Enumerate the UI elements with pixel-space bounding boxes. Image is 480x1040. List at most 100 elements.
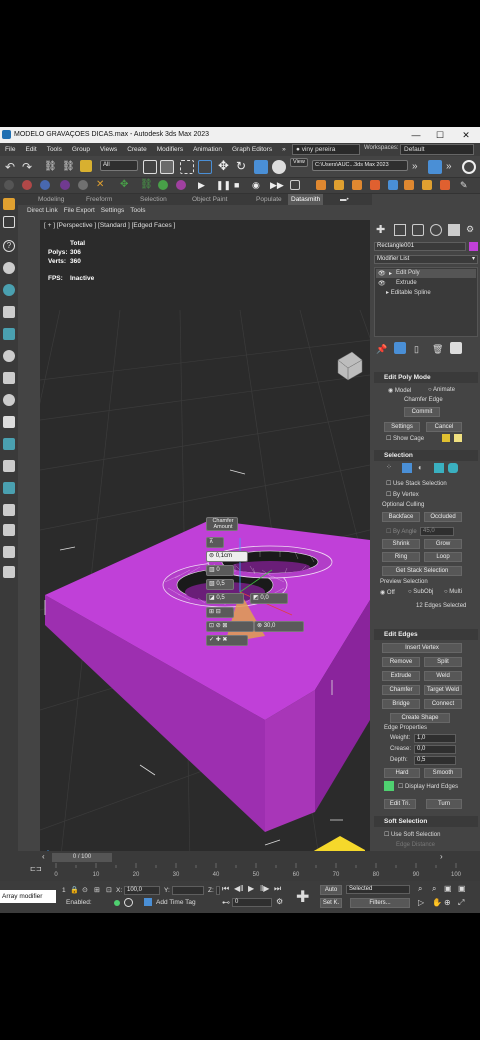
commit-button[interactable]: Commit — [404, 407, 440, 417]
camera-icon[interactable] — [3, 306, 15, 318]
zoom-extents-all-icon[interactable]: ▣ — [458, 884, 466, 893]
eye-icon[interactable]: 👁 — [378, 280, 386, 287]
menu-views[interactable]: Views — [95, 143, 122, 156]
hard-edge-color-swatch[interactable] — [384, 781, 394, 791]
tools-extra-icon[interactable] — [3, 504, 15, 516]
utilities-icon[interactable] — [3, 482, 15, 494]
target-weld-button[interactable]: Target Weld — [424, 685, 462, 695]
rotate-icon[interactable]: ↻ — [236, 159, 250, 173]
perspective-viewport[interactable]: [ + ] [Perspective ] [Standard ] [Edged … — [40, 220, 370, 865]
link-icon[interactable]: ⛓ — [44, 160, 58, 174]
x-coordinate-field[interactable]: 100,0 — [124, 886, 160, 895]
prev-key-icon[interactable]: ◀‖ — [234, 884, 243, 893]
sphere-gray-icon[interactable] — [78, 180, 88, 190]
polygon-level-icon[interactable] — [434, 463, 444, 473]
wrench-icon[interactable]: ✎ — [460, 179, 474, 193]
split-button[interactable]: Split — [424, 657, 462, 667]
zoom-extents-icon[interactable]: ▣ — [444, 884, 452, 893]
segments-field[interactable]: ▥ 0 — [206, 565, 234, 576]
render-setup-icon[interactable] — [428, 160, 442, 174]
selection-header[interactable]: Selection — [374, 450, 478, 461]
expand-icon[interactable]: ▸ — [389, 270, 392, 277]
time-slider[interactable]: 0 / 100 — [52, 853, 112, 862]
threshold-field[interactable]: ⊗ 30,0 — [254, 621, 304, 632]
auto-key-button[interactable]: Auto — [320, 885, 342, 895]
show-cage-checkbox[interactable]: ☐ Show Cage — [386, 435, 424, 442]
help-icon[interactable]: ? — [3, 240, 15, 252]
menu-group[interactable]: Group — [67, 143, 95, 156]
menu-modifiers[interactable]: Modifiers — [152, 143, 188, 156]
key-filter-dropdown[interactable]: Selected — [346, 885, 410, 894]
chamfer-button[interactable]: Chamfer — [382, 685, 420, 695]
extrude-button[interactable]: Extrude — [382, 671, 420, 681]
light-icon[interactable] — [3, 284, 15, 296]
modify-tab-icon[interactable] — [394, 224, 406, 236]
display-icon[interactable] — [3, 460, 15, 472]
menu-create[interactable]: Create — [122, 143, 152, 156]
close-button[interactable]: ✕ — [454, 127, 478, 143]
use-soft-selection-checkbox[interactable]: ☐ Use Soft Selection — [384, 831, 440, 838]
model-radio[interactable]: ◉ Model — [388, 387, 411, 394]
settings-button-panel[interactable]: Settings — [384, 422, 420, 432]
by-angle-checkbox[interactable]: ☐ By Angle — [386, 528, 417, 535]
stack-item-editable-spline[interactable]: ▸ Editable Spline — [376, 289, 476, 298]
key-mode-icon[interactable]: ⊷ — [222, 898, 230, 907]
z-coordinate-field[interactable] — [216, 886, 220, 895]
tab-selection[interactable]: Selection — [140, 194, 167, 205]
place-icon[interactable] — [272, 160, 286, 174]
create-tab-icon[interactable]: ✚ — [376, 224, 388, 236]
menu-tools[interactable]: Tools — [42, 143, 67, 156]
menu-graph-editors[interactable]: Graph Editors — [227, 143, 277, 156]
transform-type-icon[interactable]: ⊡ — [106, 886, 112, 894]
pin-stack-icon[interactable]: 📌 — [376, 344, 387, 355]
show-end-result-icon[interactable] — [394, 342, 406, 354]
render-icon-2[interactable] — [334, 180, 344, 190]
ribbon-toggle-icon[interactable]: ▬• — [340, 194, 349, 205]
by-angle-value[interactable]: 45,0 — [420, 527, 454, 536]
depth-field[interactable]: ◪ 0,5 — [206, 593, 244, 604]
prev-frame-icon[interactable]: ‹ — [42, 852, 45, 861]
add-time-tag[interactable]: Add Time Tag — [156, 899, 196, 906]
render-icon-6[interactable] — [404, 180, 414, 190]
helpers-icon[interactable] — [3, 328, 15, 340]
crease-spinner[interactable]: 0,0 — [414, 745, 456, 754]
current-frame-field[interactable]: 0 — [232, 898, 272, 907]
end-bias-field[interactable]: ◩ 0,0 — [250, 593, 288, 604]
user-account[interactable]: ● viny pereira — [292, 144, 360, 155]
edit-poly-mode-header[interactable]: Edit Poly Mode — [374, 372, 478, 383]
y-coordinate-field[interactable] — [172, 886, 204, 895]
goto-end-icon[interactable]: ⏭ — [274, 884, 281, 894]
zoom-all-icon[interactable]: ⌕ — [432, 884, 436, 894]
cage-color-swatch-1[interactable] — [442, 434, 450, 442]
window-crossing-icon[interactable] — [198, 160, 212, 174]
eye-icon[interactable]: 👁 — [378, 270, 386, 277]
cancel-icon[interactable]: ✖ — [222, 637, 227, 643]
weight-spinner[interactable]: 1,0 — [414, 734, 456, 743]
ring-button[interactable]: Ring — [382, 552, 420, 562]
scene-explorer-icon[interactable] — [3, 198, 15, 210]
file-export-button[interactable]: File Export — [61, 206, 98, 216]
unlink-icon[interactable]: ⛓ — [62, 160, 76, 174]
select-by-name-icon[interactable] — [160, 160, 174, 174]
project-path-field[interactable]: C:\Users\AUC...3ds Max 2023 — [312, 160, 408, 171]
workspace-select[interactable]: Default — [400, 144, 474, 155]
animate-radio[interactable]: ○ Animate — [428, 387, 455, 393]
stack-item-extrude[interactable]: Extrude — [376, 279, 476, 288]
caddy-option-button[interactable]: ⊞ ⊟ — [206, 607, 234, 618]
depth-spinner[interactable]: 0,5 — [414, 756, 456, 765]
preview-subobj-radio[interactable]: ○ SubObj — [408, 589, 433, 595]
utilities-tab-icon[interactable]: ⚙ — [466, 224, 476, 236]
modify-sphere-icon[interactable] — [3, 394, 15, 406]
border-level-icon[interactable]: ◐ — [418, 463, 428, 473]
chamfer-amount-field[interactable]: ⊜ 0,1cm — [206, 551, 248, 562]
hard-button[interactable]: Hard — [384, 768, 420, 778]
get-stack-selection-button[interactable]: Get Stack Selection — [382, 566, 462, 576]
fast-forward-icon[interactable]: ▶▶ — [270, 179, 284, 193]
preview-off-radio[interactable]: ◉ Off — [380, 589, 395, 596]
pan-icon[interactable]: ✋ — [432, 898, 442, 907]
scale-icon[interactable] — [254, 160, 268, 174]
edge-level-icon[interactable] — [402, 463, 412, 473]
minimize-button[interactable]: — — [404, 127, 428, 143]
sphere-red-icon[interactable] — [22, 180, 32, 190]
menu-more[interactable]: » — [277, 143, 291, 156]
